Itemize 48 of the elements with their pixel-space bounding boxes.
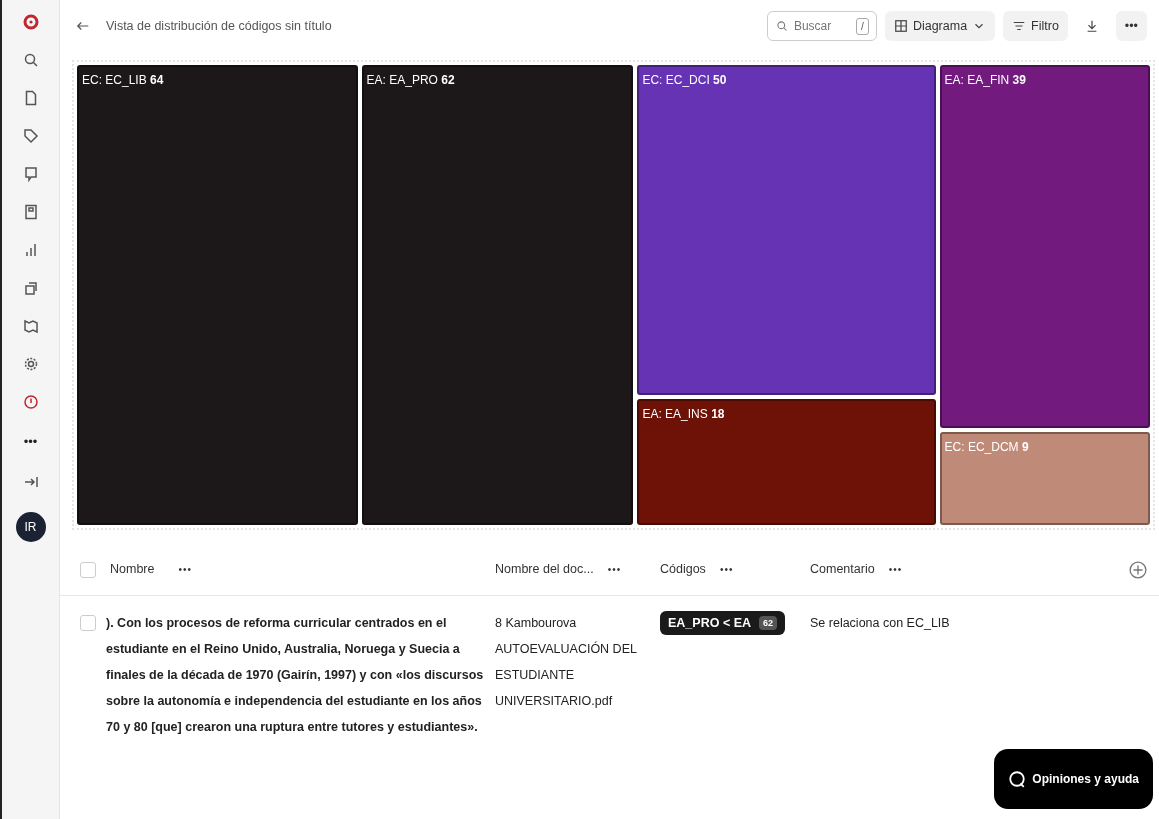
treemap-tile[interactable]: EA: EA_INS 18 (637, 398, 936, 525)
column-header[interactable]: Nombre del doc... (495, 560, 594, 579)
document-name[interactable]: ESTUDIANTE (495, 662, 660, 688)
more-button[interactable]: ••• (1115, 11, 1147, 41)
filter-icon (1012, 19, 1027, 33)
column-header[interactable]: Nombre (110, 560, 155, 579)
column-menu-button[interactable]: ••• (888, 562, 903, 577)
treemap-tile[interactable]: EC: EC_DCI 50 (637, 65, 936, 395)
column-header[interactable]: Comentario (810, 560, 875, 579)
grid-icon (893, 19, 908, 33)
user-avatar[interactable]: IR (15, 511, 46, 542)
alert-icon[interactable] (22, 394, 39, 410)
files-icon[interactable] (22, 280, 39, 296)
comment-text: Se relaciona con EC_LIB (810, 616, 950, 630)
view-dropdown-button[interactable]: Diagrama (884, 11, 996, 41)
back-arrow-icon[interactable] (76, 19, 90, 33)
document-name[interactable]: UNIVERSITARIO.pdf (495, 688, 660, 714)
notebook-icon[interactable] (22, 204, 39, 220)
code-tag[interactable]: EA_PRO < EA 62 (660, 611, 786, 635)
comment-icon[interactable] (22, 166, 39, 182)
add-column-icon[interactable] (1129, 560, 1147, 579)
search-icon[interactable] (22, 52, 39, 68)
column-menu-button[interactable]: ••• (719, 562, 734, 577)
treemap-tile[interactable]: EA: EA_PRO 62 (361, 65, 634, 525)
settings-icon[interactable] (22, 356, 39, 372)
view-title: Vista de distribución de códigos sin título (106, 17, 333, 35)
more-button[interactable]: ••• (23, 432, 38, 452)
document-name[interactable]: 8 Kambourova (495, 610, 660, 636)
book-icon[interactable] (22, 318, 39, 334)
shortcut-key: / (855, 17, 869, 35)
quotation-text: ). Con los procesos de reforma curricular centrados en el estudiante en el Reino Unido, Australia, Noruega y Suecia a finales de la década de 1970 (Gairín, 1997) y con «los discursos sobre la autonomía e independencia del estudiante en los años 70 y 80 [que] crearon una ruptura entre tutores y estudiantes». (106, 615, 485, 736)
document-name[interactable]: AUTOEVALUACIÓN DEL (495, 636, 660, 662)
tag-icon[interactable] (22, 128, 39, 144)
column-menu-button[interactable]: ••• (607, 562, 622, 577)
chat-icon (1008, 770, 1027, 788)
search-box[interactable]: Buscar / (766, 11, 877, 41)
code-count: 62 (759, 616, 778, 630)
treemap-tile[interactable]: EC: EC_LIB 64 (77, 65, 358, 525)
treemap-tile[interactable]: EA: EA_FIN 39 (939, 65, 1150, 428)
checkbox[interactable] (80, 615, 96, 631)
column-header[interactable]: Códigos (660, 560, 706, 579)
column-menu-button[interactable]: ••• (178, 562, 192, 577)
search-icon (775, 20, 788, 32)
feedback-button[interactable]: Opiniones y ayuda (994, 749, 1153, 809)
filter-button[interactable]: Filtro (1003, 11, 1068, 41)
checkbox[interactable] (80, 561, 96, 578)
search-field[interactable]: Buscar (791, 16, 852, 36)
logo-icon[interactable] (22, 14, 39, 30)
